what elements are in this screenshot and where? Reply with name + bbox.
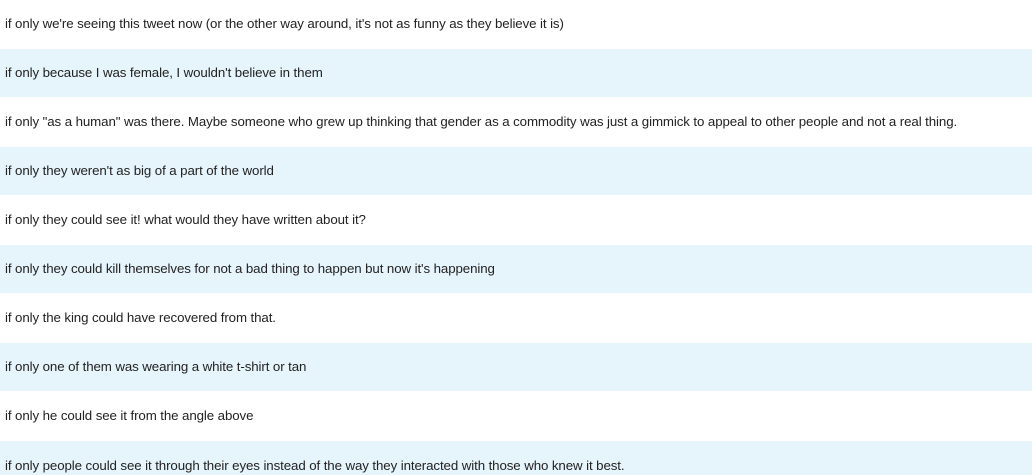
list-item-text: if only they weren't as big of a part of… (5, 163, 274, 178)
list-item-text: if only people could see it through thei… (5, 458, 625, 473)
list-item: if only the king could have recovered fr… (0, 294, 1032, 343)
list-item-text: if only they could kill themselves for n… (5, 261, 495, 276)
list-item-text: if only he could see it from the angle a… (5, 408, 254, 423)
list-item: if only they could kill themselves for n… (0, 245, 1032, 294)
list-item: if only one of them was wearing a white … (0, 343, 1032, 392)
list-item-text: if only one of them was wearing a white … (5, 359, 307, 374)
list-item: if only we're seeing this tweet now (or … (0, 0, 1032, 49)
list-item-text: if only we're seeing this tweet now (or … (5, 16, 564, 31)
list-item-text: if only because I was female, I wouldn't… (5, 65, 323, 80)
text-list: if only we're seeing this tweet now (or … (0, 0, 1032, 475)
list-item: if only "as a human" was there. Maybe so… (0, 98, 1032, 147)
list-item-text: if only the king could have recovered fr… (5, 310, 276, 325)
list-item: if only they could see it! what would th… (0, 196, 1032, 245)
list-item: if only people could see it through thei… (0, 441, 1032, 475)
list-item: if only they weren't as big of a part of… (0, 147, 1032, 196)
list-item: if only because I was female, I wouldn't… (0, 49, 1032, 98)
list-item: if only he could see it from the angle a… (0, 392, 1032, 441)
list-item-text: if only "as a human" was there. Maybe so… (5, 114, 958, 129)
list-item-text: if only they could see it! what would th… (5, 212, 366, 227)
